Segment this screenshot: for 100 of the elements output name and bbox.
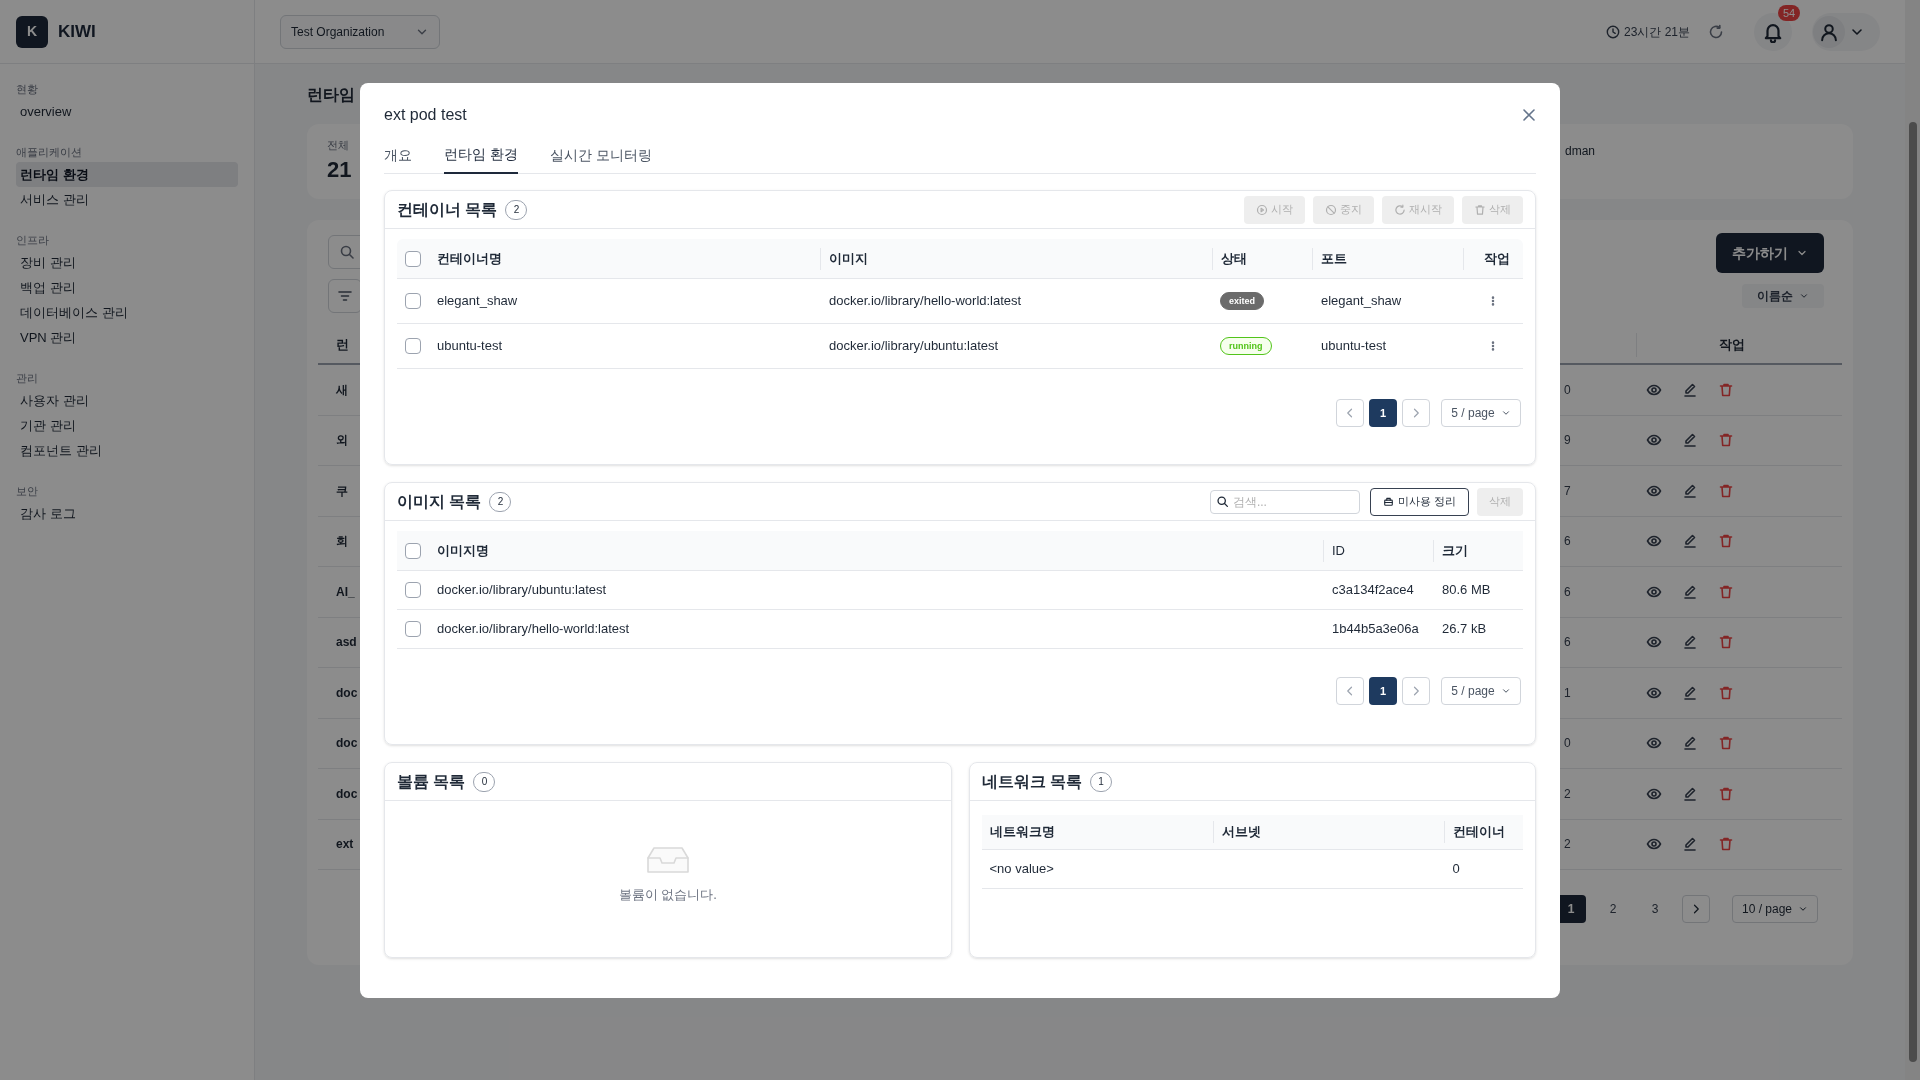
checkbox[interactable] [405,542,421,559]
pencil-icon[interactable] [1682,634,1698,651]
add-button[interactable]: 추가하기 [1716,233,1824,273]
trash-icon[interactable] [1718,533,1734,550]
sidebar-item[interactable]: 백업 관리 [16,275,238,300]
page-size-select[interactable]: 10 / page [1732,895,1818,923]
column-header: 서브넷 [1221,823,1261,842]
refresh-icon[interactable] [1708,23,1724,40]
pencil-icon[interactable] [1682,482,1698,499]
trash-icon[interactable] [1718,735,1734,752]
table-cell-text: ext [336,836,354,854]
sidebar-item[interactable]: overview [16,99,238,124]
section-title: 네트워크 목록 [981,771,1082,792]
page-size-select[interactable]: 5 / page [1441,399,1521,427]
checkbox[interactable] [405,582,421,598]
table-cell-text: 회 [336,533,348,551]
checkbox[interactable] [405,338,421,354]
sidebar-item[interactable]: 감사 로그 [16,501,238,526]
tab[interactable]: 개요 [384,136,412,174]
trash-icon[interactable] [1718,785,1734,802]
checkbox[interactable] [405,293,421,309]
user-icon [1819,21,1839,42]
notification-badge: 54 [1778,4,1801,21]
trash-icon[interactable] [1718,583,1734,600]
trash-icon[interactable] [1718,684,1734,701]
page-size-select[interactable]: 5 / page [1441,677,1521,705]
sidebar-item[interactable]: 데이터베이스 관리 [16,300,238,325]
trash-icon[interactable] [1718,381,1734,398]
sort-select[interactable]: 이름순 [1742,284,1824,308]
table-cell-text: ubuntu-test [436,337,504,356]
table-cell-text: 쿠 [336,482,348,500]
section-title: 보안 [16,484,39,499]
table-cell-text: docker.io/library/hello-world:latest [828,292,1023,311]
logo-icon: K [16,15,48,48]
column-header: ID [1332,541,1345,560]
action-button[interactable]: 미사용 정리 [1369,487,1469,516]
tab[interactable]: 런타임 환경 [444,136,518,174]
sidebar-item[interactable]: 컴포넌트 관리 [16,438,238,463]
sidebar-item[interactable]: 장비 관리 [16,250,238,275]
trash-icon[interactable] [1718,634,1734,651]
stat-value: 21 [327,156,352,185]
sidebar-item[interactable]: VPN 관리 [16,325,238,350]
pencil-icon[interactable] [1682,684,1698,701]
page-button[interactable]: 3 [1640,895,1670,923]
organization-select[interactable]: Test Organization [280,14,440,49]
sidebar-item[interactable]: 사용자 관리 [16,388,238,413]
sidebar-item[interactable]: 기관 관리 [16,413,238,438]
chevron-down-icon [1500,686,1511,696]
table-cell-text: 6 [1564,583,1572,601]
table-cell-text: 80.6 MB [1441,581,1492,600]
checkbox[interactable] [405,250,421,267]
section-title: 컨테이너 목록 [397,199,498,220]
page-button[interactable]: 1 [1369,677,1397,705]
section-title: 인프라 [16,233,50,248]
page-title: 런타임 [307,85,356,105]
pencil-icon[interactable] [1682,432,1698,449]
pencil-icon[interactable] [1682,836,1698,853]
checkbox[interactable] [405,621,421,637]
table-cell-text: doc [336,735,358,753]
column-header: 작업 [1718,336,1745,355]
pencil-icon[interactable] [1682,381,1698,398]
table-cell-text: 0 [1451,860,1461,879]
table-cell-text: 외 [336,432,348,450]
sidebar-item[interactable]: 서비스 관리 [16,187,238,212]
table-cell-text: 2 [1564,785,1572,803]
column-header: 작업 [1484,249,1510,268]
pencil-icon[interactable] [1682,735,1698,752]
search-field[interactable]: 검색... [1209,490,1360,514]
pencil-icon[interactable] [1682,583,1698,600]
trash-icon[interactable] [1718,482,1734,499]
table-cell-text: 6 [1564,634,1572,652]
status-badge: running [1220,337,1272,355]
table-cell-text: 0 [1564,735,1572,753]
status-badge: exited [1220,292,1264,310]
tab[interactable]: 실시간 모니터링 [549,136,652,174]
table-cell-text: 7 [1564,482,1572,500]
account-menu[interactable] [1812,12,1880,51]
pencil-icon[interactable] [1682,785,1698,802]
page-button[interactable]: 2 [1598,895,1628,923]
column-header: 크기 [1442,541,1468,560]
close-icon [1521,107,1537,123]
trash-icon[interactable] [1718,836,1734,853]
table-cell-text: 새 [336,381,348,399]
sidebar-item[interactable]: 런타임 환경 [16,162,238,187]
table-cell-text: elegant_shaw [436,292,519,311]
column-header: 이미지명 [437,541,489,560]
pencil-icon[interactable] [1682,533,1698,550]
column-header: 상태 [1221,249,1247,268]
section-title: 현황 [16,82,39,97]
table-cell-text: doc [336,684,358,702]
table-cell-text: docker.io/library/ubuntu:latest [828,337,1000,356]
empty-message: 볼륨이 없습니다. [618,886,717,904]
page-button[interactable]: 1 [1369,399,1397,427]
table-cell-text: docker.io/library/hello-world:latest [436,620,631,639]
section-title: 볼륨 목록 [397,771,466,792]
stat-label: 전체 [327,137,350,153]
refresh-icon [1394,203,1406,216]
filter-icon [337,288,353,304]
trash-icon[interactable] [1718,432,1734,449]
table-cell-text: 9 [1564,432,1572,450]
